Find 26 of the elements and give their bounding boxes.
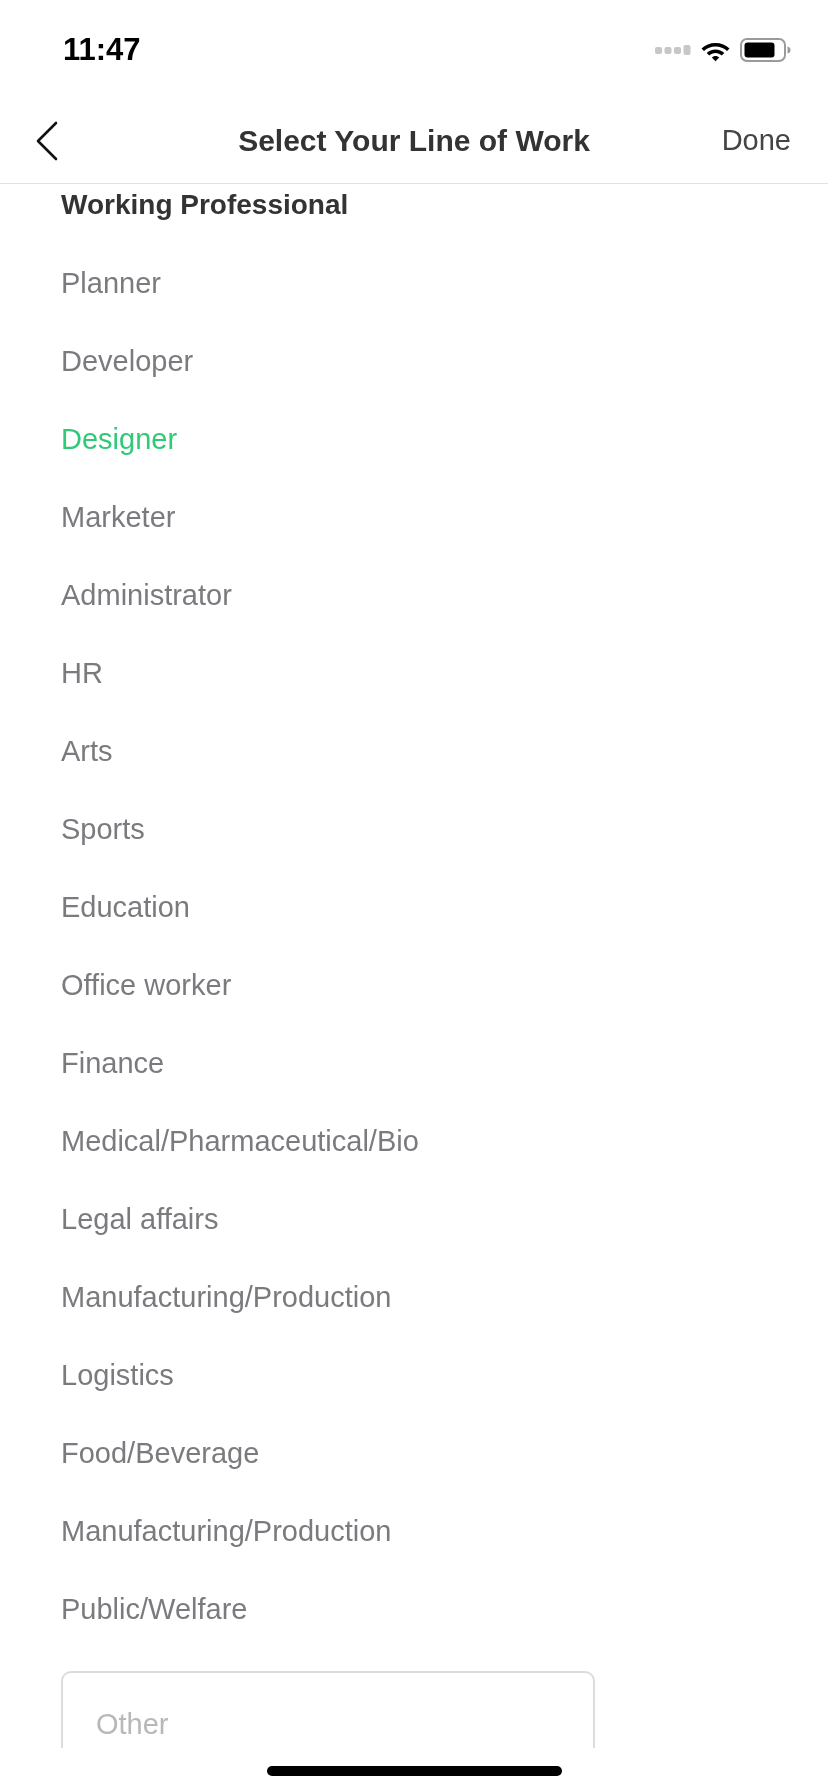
occupation-option[interactable]: Marketer [61,499,176,535]
occupation-option[interactable]: Medical/Pharmaceutical/Bio [61,1123,419,1159]
occupation-option[interactable]: Public/Welfare [61,1591,248,1627]
occupation-option[interactable]: Manufacturing/Production [61,1279,392,1315]
status-time: 11:47 [63,33,141,65]
occupation-option[interactable]: Planner [61,265,161,301]
done-button[interactable]: Done [721,126,791,155]
occupation-option[interactable]: Administrator [61,577,232,613]
signal-icon [655,45,691,55]
back-chevron-icon [36,120,58,161]
battery-icon [740,38,791,62]
occupation-option[interactable]: Developer [61,343,194,379]
occupation-option[interactable]: Legal affairs [61,1201,219,1237]
page-title: Select Your Line of Work [238,123,590,159]
occupation-option[interactable]: Arts [61,733,113,769]
occupation-option[interactable]: Food/Beverage [61,1435,260,1471]
occupation-option[interactable]: Sports [61,811,145,847]
occupation-option[interactable]: Finance [61,1045,165,1081]
other-input-field[interactable]: Other [61,1671,595,1748]
occupation-option[interactable]: Designer [61,421,178,457]
occupation-option[interactable]: Education [61,889,190,925]
occupation-option[interactable]: HR [61,655,103,691]
occupation-option[interactable]: Manufacturing/Production [61,1513,392,1549]
occupation-option[interactable]: Office worker [61,967,232,1003]
occupation-option[interactable]: Logistics [61,1357,174,1393]
section-heading: Working Professional [61,188,350,222]
